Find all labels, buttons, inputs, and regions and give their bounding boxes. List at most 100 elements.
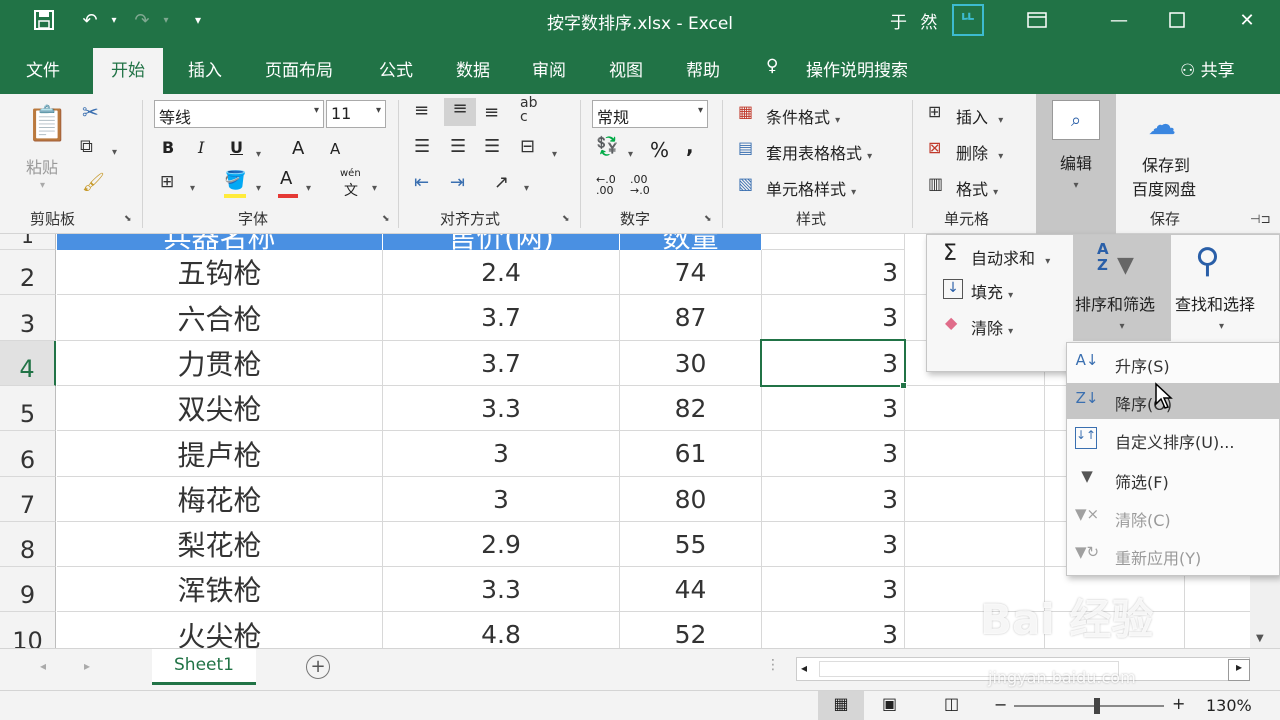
number-format-select[interactable]: 常规 ▾: [592, 100, 708, 128]
autosum-button[interactable]: 自动求和 ▾: [971, 245, 1050, 269]
copy-icon[interactable]: ⧉: [80, 136, 93, 157]
grid-cell[interactable]: 87: [620, 295, 762, 341]
row-header[interactable]: 6: [0, 431, 56, 477]
bold-button[interactable]: B: [162, 138, 174, 157]
pin-ribbon-icon[interactable]: ⊣⊐: [1250, 212, 1271, 226]
grid-cell[interactable]: 2.4: [383, 250, 620, 295]
grid-cell[interactable]: [905, 522, 1045, 567]
fill-color-dropdown-icon[interactable]: ▾: [256, 176, 261, 195]
grid-cell[interactable]: 52: [620, 612, 762, 648]
delete-cells-button[interactable]: 删除 ▾: [956, 140, 1003, 164]
scroll-down-icon[interactable]: ▼: [1256, 633, 1264, 644]
editing-button[interactable]: ⌕ 编辑 ▾: [1036, 94, 1116, 234]
number-launcher-icon[interactable]: ⬊: [704, 214, 712, 224]
decrease-indent-icon[interactable]: ⇤: [414, 172, 429, 193]
font-launcher-icon[interactable]: ⬊: [382, 214, 390, 224]
italic-button[interactable]: I: [198, 138, 204, 157]
tab-help[interactable]: 帮助: [686, 56, 720, 81]
orientation-dropdown-icon[interactable]: ▾: [524, 176, 529, 195]
customize-qat-icon[interactable]: ▾: [184, 6, 212, 34]
grid-cell[interactable]: 梨花枪: [57, 522, 383, 567]
underline-dropdown-icon[interactable]: ▾: [256, 142, 261, 161]
zoom-slider[interactable]: [1014, 705, 1164, 707]
row-header[interactable]: 2: [0, 250, 56, 295]
grid-cell[interactable]: [905, 386, 1045, 431]
text-orientation-icon[interactable]: ab c: [520, 96, 537, 124]
grid-cell[interactable]: 3: [383, 477, 620, 522]
fill-color-icon[interactable]: 🪣: [224, 170, 246, 191]
format-cells-button[interactable]: 格式 ▾: [956, 176, 998, 200]
phonetic-button[interactable]: 文: [344, 180, 358, 200]
grid-cell[interactable]: 3: [762, 250, 905, 295]
scroll-right-icon[interactable]: ▸: [84, 659, 90, 673]
fill-button[interactable]: 填充 ▾: [971, 279, 1013, 303]
zoom-level[interactable]: 130%: [1206, 696, 1252, 715]
align-left-icon[interactable]: ☰: [414, 136, 430, 157]
tell-me-search[interactable]: 操作说明搜索: [806, 56, 908, 81]
page-layout-view-icon[interactable]: ▣: [882, 694, 897, 713]
align-center-icon[interactable]: ☰: [450, 136, 466, 157]
align-top-icon[interactable]: ≡: [414, 100, 429, 121]
row-header[interactable]: 8: [0, 522, 56, 567]
tab-view[interactable]: 视图: [609, 56, 643, 81]
undo-dropdown-icon[interactable]: ▾: [100, 6, 128, 34]
zoom-in-icon[interactable]: +: [1172, 694, 1185, 713]
percent-button[interactable]: %: [650, 138, 669, 162]
font-color-button[interactable]: A: [280, 168, 292, 189]
tab-home[interactable]: 开始: [93, 48, 163, 94]
grid-cell[interactable]: 3: [762, 522, 905, 567]
row-header[interactable]: 9: [0, 567, 56, 612]
active-cell-border[interactable]: [760, 339, 906, 387]
comma-button[interactable]: ,: [686, 134, 694, 158]
zoom-slider-thumb[interactable]: [1094, 698, 1100, 714]
align-middle-icon[interactable]: ≡: [444, 98, 476, 126]
scroll-left-icon[interactable]: ◂: [40, 659, 46, 673]
insert-cells-button[interactable]: 插入 ▾: [956, 104, 1003, 128]
clear-button[interactable]: 清除 ▾: [971, 315, 1013, 339]
align-right-icon[interactable]: ☰: [484, 136, 500, 157]
decrease-decimal-button[interactable]: .00 →.0: [630, 174, 658, 196]
menu-item-filter[interactable]: ▼ 筛选(F): [1067, 461, 1279, 497]
grid-cell[interactable]: [905, 431, 1045, 477]
row-header[interactable]: 5: [0, 386, 56, 431]
user-name[interactable]: 于 然: [890, 8, 941, 33]
copy-dropdown-icon[interactable]: ▾: [112, 140, 117, 159]
minimize-icon[interactable]: —: [1090, 0, 1148, 40]
ribbon-display-options-icon[interactable]: [1008, 0, 1066, 40]
cell-styles-button[interactable]: 单元格样式 ▾: [766, 176, 856, 200]
grid-cell[interactable]: 74: [620, 250, 762, 295]
avatar[interactable]: ᄔ: [952, 4, 984, 36]
grid-cell[interactable]: 提卢枪: [57, 431, 383, 477]
orientation-icon[interactable]: ↗: [494, 172, 509, 193]
grid-cell[interactable]: 55: [620, 522, 762, 567]
grid-cell[interactable]: [905, 477, 1045, 522]
grid-cell[interactable]: 30: [620, 341, 762, 386]
grid-cell[interactable]: 80: [620, 477, 762, 522]
grid-cell[interactable]: 双尖枪: [57, 386, 383, 431]
grid-cell[interactable]: 3.3: [383, 567, 620, 612]
font-name-select[interactable]: 等线 ▾: [154, 100, 324, 128]
grid-cell[interactable]: 3.7: [383, 295, 620, 341]
grid-cell[interactable]: 3: [762, 612, 905, 648]
font-color-dropdown-icon[interactable]: ▾: [306, 176, 311, 195]
accounting-dropdown-icon[interactable]: ▾: [628, 142, 633, 161]
add-sheet-icon[interactable]: +: [306, 655, 330, 679]
page-break-view-icon[interactable]: ◫: [944, 694, 959, 713]
merge-dropdown-icon[interactable]: ▾: [552, 142, 557, 161]
header-cell[interactable]: 兵器名称: [57, 234, 382, 250]
header-cell[interactable]: 数量: [620, 234, 761, 250]
grid-cell[interactable]: 3.3: [383, 386, 620, 431]
grid-cell[interactable]: [1185, 612, 1250, 648]
menu-item-sort-ascending[interactable]: A↓ 升序(S): [1067, 345, 1279, 381]
tab-data[interactable]: 数据: [456, 56, 490, 81]
grid-cell[interactable]: [762, 234, 905, 250]
phonetic-dropdown-icon[interactable]: ▾: [372, 176, 377, 195]
accounting-format-icon[interactable]: 💱: [596, 136, 618, 157]
merge-center-icon[interactable]: ⊟: [520, 136, 535, 157]
grid-cell[interactable]: 3: [383, 431, 620, 477]
increase-indent-icon[interactable]: ⇥: [450, 172, 465, 193]
zoom-out-icon[interactable]: −: [994, 695, 1007, 714]
border-icon[interactable]: ⊞: [160, 172, 174, 192]
grid-cell[interactable]: 力贯枪: [57, 341, 383, 386]
align-bottom-icon[interactable]: ≡: [484, 102, 499, 123]
